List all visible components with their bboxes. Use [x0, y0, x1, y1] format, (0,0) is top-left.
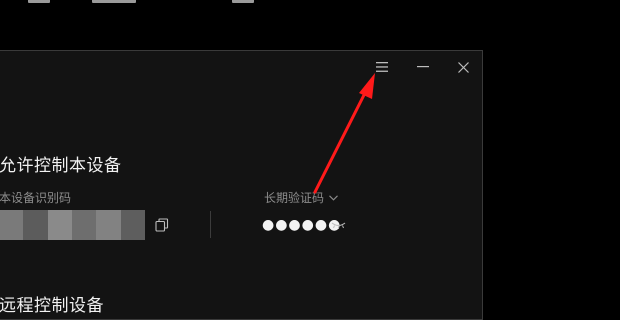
verify-code-masked: ●●●●●● [262, 217, 342, 233]
minimize-icon [417, 66, 429, 68]
copy-icon[interactable] [155, 218, 169, 232]
close-icon [457, 61, 469, 73]
minimize-button[interactable] [412, 59, 434, 75]
eye-closed-icon[interactable] [331, 220, 346, 230]
device-id-value-blurred [0, 210, 145, 240]
menu-button[interactable] [371, 59, 393, 75]
close-button[interactable] [452, 59, 474, 75]
verify-code-type-dropdown[interactable]: 长期验证码 [264, 189, 338, 206]
vertical-divider [210, 211, 211, 238]
verify-code-label: 长期验证码 [264, 191, 325, 205]
app-window: 允许控制本设备 本设备识别码 长期验证码 ●●●●●● 远程控制设备 [0, 50, 483, 320]
section-title-remote-control: 远程控制设备 [0, 296, 104, 316]
background-strip [0, 0, 620, 10]
hamburger-menu-icon [376, 62, 388, 72]
device-id-label: 本设备识别码 [0, 191, 72, 205]
section-title-allow-control: 允许控制本设备 [0, 156, 122, 176]
chevron-down-icon [329, 194, 338, 201]
